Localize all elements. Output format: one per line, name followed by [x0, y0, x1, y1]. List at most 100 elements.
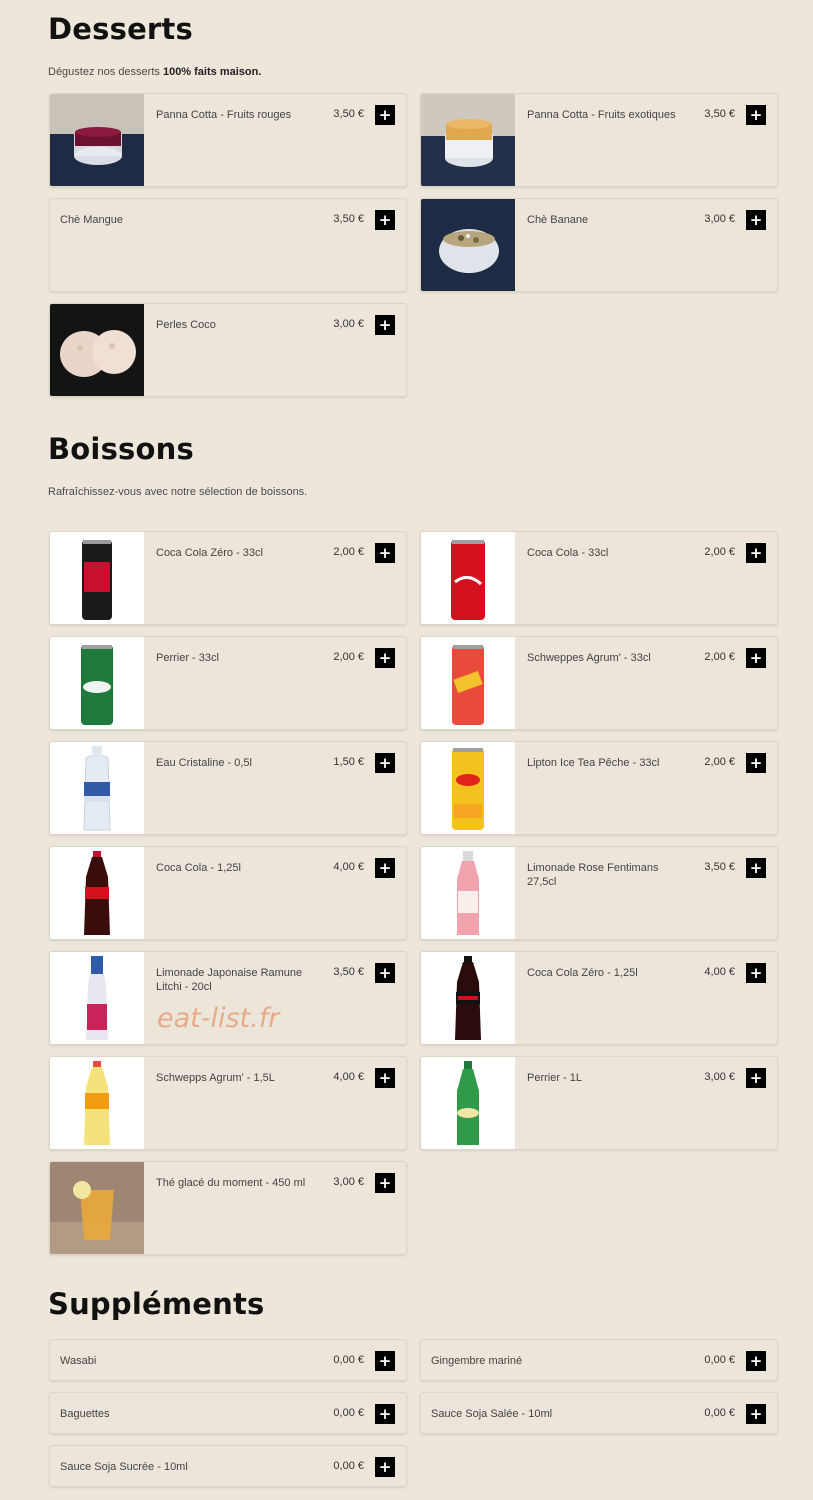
- menu-item-card[interactable]: Thé glacé du moment - 450 ml 3,00 € +: [49, 1161, 407, 1255]
- item-price: 2,00 €: [704, 651, 735, 663]
- item-price: 4,00 €: [333, 1071, 364, 1083]
- item-price: 3,50 €: [333, 213, 364, 225]
- item-price: 2,00 €: [333, 651, 364, 663]
- item-name: Perles Coco: [156, 319, 216, 331]
- item-price: 3,50 €: [333, 108, 364, 120]
- item-name: Perrier - 1L: [527, 1072, 583, 1084]
- item-name: Eau Cristaline - 0,5l: [156, 757, 252, 769]
- perrier-can-photo: [50, 637, 144, 729]
- add-to-cart-button[interactable]: +: [375, 315, 395, 335]
- item-name: Sauce Soja Salée - 10ml: [431, 1408, 553, 1420]
- water-bottle-photo: [50, 742, 144, 834]
- menu-item-card[interactable]: Lipton Ice Tea Pêche - 33cl 2,00 € +: [420, 741, 778, 835]
- section-title-desserts: Desserts: [48, 12, 193, 46]
- supplement-card[interactable]: Wasabi 0,00 € +: [49, 1339, 407, 1381]
- panna-cotta-red-photo: [50, 94, 144, 186]
- add-to-cart-button[interactable]: +: [375, 105, 395, 125]
- item-name: Perrier - 33cl: [156, 652, 219, 664]
- add-to-cart-button[interactable]: +: [746, 648, 766, 668]
- add-to-cart-button[interactable]: +: [746, 1068, 766, 1088]
- ramune-bottle-photo: [50, 952, 144, 1044]
- section-title-supplements: Suppléments: [48, 1287, 265, 1321]
- add-to-cart-button[interactable]: +: [375, 753, 395, 773]
- item-name: Lipton Ice Tea Pêche - 33cl: [527, 757, 660, 769]
- lipton-can-photo: [421, 742, 515, 834]
- item-price: 4,00 €: [704, 966, 735, 978]
- add-to-cart-button[interactable]: +: [375, 210, 395, 230]
- supplement-card[interactable]: Sauce Soja Salée - 10ml 0,00 € +: [420, 1392, 778, 1434]
- schweppes-bottle-photo: [50, 1057, 144, 1149]
- add-to-cart-button[interactable]: +: [375, 858, 395, 878]
- supplement-card[interactable]: Baguettes 0,00 € +: [49, 1392, 407, 1434]
- item-name: Sauce Soja Sucrée - 10ml: [60, 1461, 188, 1473]
- add-to-cart-button[interactable]: +: [375, 963, 395, 983]
- menu-item-card[interactable]: Chè Mangue 3,50 € +: [49, 198, 407, 292]
- item-price: 2,00 €: [704, 756, 735, 768]
- menu-item-card[interactable]: Eau Cristaline - 0,5l 1,50 € +: [49, 741, 407, 835]
- item-price: 0,00 €: [333, 1354, 364, 1366]
- item-name: Chè Banane: [527, 214, 589, 226]
- menu-item-card[interactable]: Panna Cotta - Fruits exotiques 3,50 € +: [420, 93, 778, 187]
- add-to-cart-button[interactable]: +: [746, 963, 766, 983]
- che-banane-photo: [421, 199, 515, 291]
- item-name: Wasabi: [60, 1355, 97, 1367]
- add-to-cart-button[interactable]: +: [375, 543, 395, 563]
- perrier-bottle-photo: [421, 1057, 515, 1149]
- menu-item-card[interactable]: Coca Cola - 33cl 2,00 € +: [420, 531, 778, 625]
- item-price: 3,50 €: [704, 861, 735, 873]
- item-price: 3,50 €: [333, 966, 364, 978]
- item-price: 1,50 €: [333, 756, 364, 768]
- add-to-cart-button[interactable]: +: [375, 1404, 395, 1424]
- menu-item-card[interactable]: Perrier - 33cl 2,00 € +: [49, 636, 407, 730]
- menu-item-card[interactable]: Schwepps Agrum' - 1,5L 4,00 € +: [49, 1056, 407, 1150]
- add-to-cart-button[interactable]: +: [746, 858, 766, 878]
- item-price: 0,00 €: [333, 1407, 364, 1419]
- add-to-cart-button[interactable]: +: [746, 543, 766, 563]
- add-to-cart-button[interactable]: +: [746, 753, 766, 773]
- add-to-cart-button[interactable]: +: [746, 1351, 766, 1371]
- item-price: 3,50 €: [704, 108, 735, 120]
- coke-can-photo: [421, 532, 515, 624]
- item-price: 3,00 €: [704, 213, 735, 225]
- add-to-cart-button[interactable]: +: [375, 1457, 395, 1477]
- menu-item-card[interactable]: Perles Coco 3,00 € +: [49, 303, 407, 397]
- add-to-cart-button[interactable]: +: [746, 210, 766, 230]
- item-price: 2,00 €: [333, 546, 364, 558]
- item-price: 2,00 €: [704, 546, 735, 558]
- item-price: 4,00 €: [333, 861, 364, 873]
- supplement-card[interactable]: Sauce Soja Sucrée - 10ml 0,00 € +: [49, 1445, 407, 1487]
- add-to-cart-button[interactable]: +: [746, 105, 766, 125]
- menu-item-card[interactable]: Panna Cotta - Fruits rouges 3,50 € +: [49, 93, 407, 187]
- item-name: Thé glacé du moment - 450 ml: [156, 1177, 306, 1189]
- add-to-cart-button[interactable]: +: [375, 1173, 395, 1193]
- supplement-card[interactable]: Gingembre mariné 0,00 € +: [420, 1339, 778, 1381]
- add-to-cart-button[interactable]: +: [746, 1404, 766, 1424]
- menu-item-card[interactable]: Coca Cola Zéro - 33cl 2,00 € +: [49, 531, 407, 625]
- fentimans-bottle-photo: [421, 847, 515, 939]
- item-name: Limonade Rose Fentimans 27,5cl: [527, 862, 659, 888]
- item-price: 0,00 €: [704, 1407, 735, 1419]
- menu-item-card[interactable]: Schweppes Agrum' - 33cl 2,00 € +: [420, 636, 778, 730]
- section-desc-boissons: Rafraîchissez-vous avec notre sélection …: [48, 486, 308, 498]
- add-to-cart-button[interactable]: +: [375, 1068, 395, 1088]
- add-to-cart-button[interactable]: +: [375, 1351, 395, 1371]
- perles-coco-photo: [50, 304, 144, 396]
- item-name: Coca Cola Zéro - 33cl: [156, 547, 263, 559]
- schweppes-can-photo: [421, 637, 515, 729]
- iced-tea-glass-photo: [50, 1162, 144, 1254]
- item-price: 0,00 €: [704, 1354, 735, 1366]
- item-name: Schweppes Agrum' - 33cl: [527, 652, 651, 664]
- coke-zero-bottle-photo: [421, 952, 515, 1044]
- menu-item-card[interactable]: Coca Cola - 1,25l 4,00 € +: [49, 846, 407, 940]
- item-name: Baguettes: [60, 1408, 110, 1420]
- menu-item-card[interactable]: Limonade Rose Fentimans 27,5cl 3,50 € +: [420, 846, 778, 940]
- item-name: Coca Cola - 33cl: [527, 547, 609, 559]
- menu-item-card[interactable]: Perrier - 1L 3,00 € +: [420, 1056, 778, 1150]
- menu-item-card[interactable]: Chè Banane 3,00 € +: [420, 198, 778, 292]
- menu-item-card[interactable]: Coca Cola Zéro - 1,25l 4,00 € +: [420, 951, 778, 1045]
- item-name: Coca Cola - 1,25l: [156, 862, 241, 874]
- section-desc-desserts: Dégustez nos desserts 100% faits maison.: [48, 66, 262, 78]
- item-name: Limonade Japonaise Ramune Litchi - 20cl: [156, 967, 303, 993]
- add-to-cart-button[interactable]: +: [375, 648, 395, 668]
- coke-bottle-photo: [50, 847, 144, 939]
